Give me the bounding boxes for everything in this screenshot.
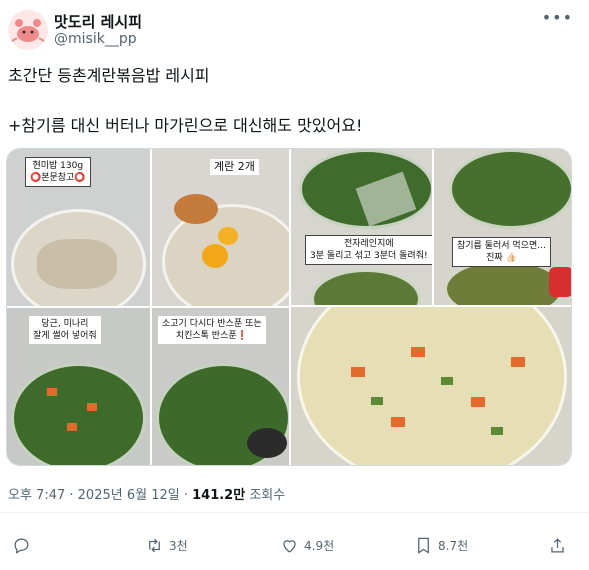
photo-rice-bowl[interactable]: 현미밥 130g ⭕본문참고⭕ bbox=[7, 149, 150, 306]
photo-carrot-minari[interactable]: 당근, 미나리 잘게 썰어 넣어줘 bbox=[7, 308, 150, 465]
retweet-icon bbox=[149, 538, 160, 553]
photo-eggs[interactable]: 계란 2개 bbox=[152, 149, 289, 306]
media-collage[interactable]: 현미밥 130g ⭕본문참고⭕ 계란 2개 전자레인지에 3분 돌리고 섞고 3… bbox=[6, 148, 572, 466]
share-icon bbox=[551, 538, 564, 553]
caption-rice: 현미밥 130g ⭕본문참고⭕ bbox=[25, 157, 91, 187]
photo-finished-rice[interactable] bbox=[291, 307, 571, 465]
bookmark-icon bbox=[418, 537, 429, 554]
share-button[interactable] bbox=[548, 536, 572, 555]
caption-microwave: 전자레인지에 3분 돌리고 섞고 3분더 돌려줘! bbox=[305, 235, 432, 265]
heart-icon bbox=[283, 540, 296, 553]
action-bar: 3천 4.9천 8.7천 bbox=[0, 536, 589, 556]
post-date[interactable]: 2025년 6월 12일 bbox=[78, 488, 180, 503]
view-label: 조회수 bbox=[245, 488, 286, 503]
view-count: 141.2만 bbox=[192, 488, 246, 503]
caption-eggs: 계란 2개 bbox=[210, 159, 259, 175]
handle[interactable]: @misik__pp bbox=[54, 31, 137, 47]
post-time[interactable]: 오후 7:47 bbox=[8, 488, 65, 503]
photo-sesame-oil[interactable]: 참기름 둘러서 먹으면... 진짜 👍🏻 bbox=[434, 149, 571, 305]
photo-microwave[interactable]: 전자레인지에 3분 돌리고 섞고 3분더 돌려줘! bbox=[291, 149, 432, 305]
like-button[interactable]: 4.9천 bbox=[280, 536, 334, 555]
bookmark-count: 8.7천 bbox=[438, 539, 469, 553]
retweet-button[interactable]: 3천 bbox=[145, 536, 188, 555]
bookmark-button[interactable]: 8.7천 bbox=[414, 536, 468, 555]
post-text-line2: +참기름 대신 버터나 마가린으로 대신해도 맛있어요! bbox=[8, 116, 363, 135]
post-header: 맛도리 레시피 @misik__pp ••• bbox=[8, 6, 583, 54]
post-text-line1: 초간단 등촌계란볶음밥 레시피 bbox=[8, 66, 210, 85]
caption-sesame-oil: 참기름 둘러서 먹으면... 진짜 👍🏻 bbox=[452, 237, 551, 267]
retweet-count: 3천 bbox=[169, 539, 188, 553]
caption-seasoning: 소고기 다시다 반스푼 또는 치킨스톡 반스푼❗ bbox=[158, 316, 266, 344]
like-count: 4.9천 bbox=[304, 539, 335, 553]
divider bbox=[0, 512, 589, 513]
post-meta: 오후 7:47 · 2025년 6월 12일 · 141.2만 조회수 bbox=[8, 488, 286, 503]
reply-icon bbox=[14, 538, 29, 554]
caption-carrot-minari: 당근, 미나리 잘게 썰어 넣어줘 bbox=[29, 316, 101, 344]
display-name[interactable]: 맛도리 레시피 bbox=[54, 11, 142, 32]
more-options-icon[interactable]: ••• bbox=[542, 8, 573, 27]
photo-seasoning[interactable]: 소고기 다시다 반스푼 또는 치킨스톡 반스푼❗ bbox=[152, 308, 289, 465]
avatar[interactable] bbox=[8, 10, 48, 50]
reply-button[interactable] bbox=[12, 536, 36, 555]
